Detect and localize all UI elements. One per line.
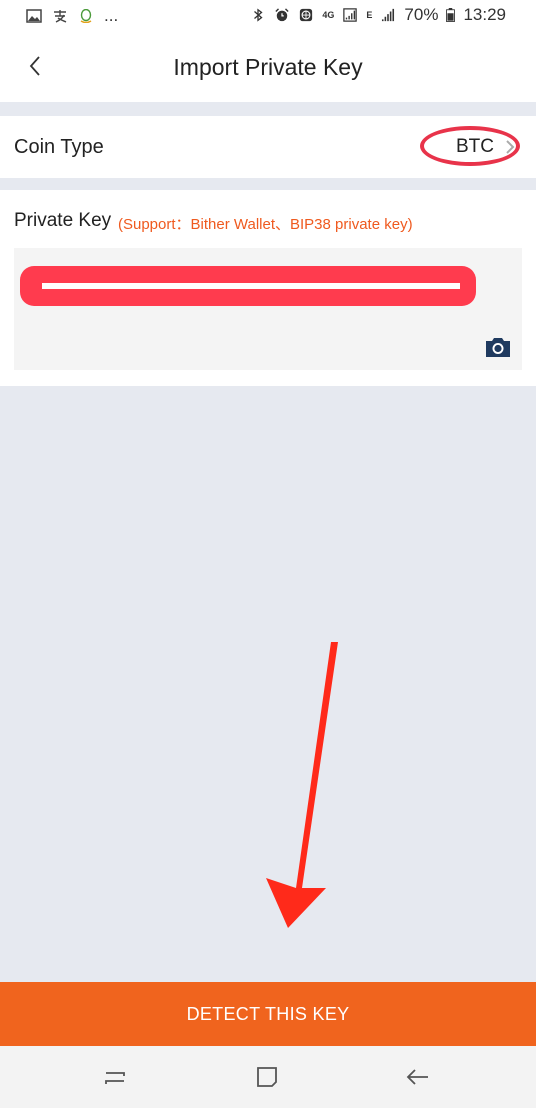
private-key-input[interactable]	[14, 248, 522, 370]
alipay-icon	[54, 10, 67, 23]
home-icon[interactable]	[254, 1064, 280, 1090]
page-title: Import Private Key	[173, 54, 363, 80]
network-e-label: E	[366, 10, 373, 20]
image-icon	[26, 9, 42, 23]
redaction-mark	[20, 266, 476, 306]
signal-bars-icon	[382, 8, 395, 22]
signal-icon	[343, 8, 358, 22]
status-bar: ... 4G E 70% 13:29	[0, 0, 536, 32]
globe-icon	[300, 8, 313, 22]
system-nav-bar	[0, 1046, 536, 1108]
redaction-line	[42, 283, 460, 289]
bluetooth-icon	[254, 8, 263, 22]
alarm-icon	[275, 8, 290, 22]
network-4g-label: 4G	[322, 10, 335, 20]
status-right: 4G E 70% 13:29	[250, 5, 506, 25]
status-left: ...	[26, 6, 118, 26]
camera-icon[interactable]	[484, 336, 512, 358]
private-key-label: Private Key	[14, 210, 112, 231]
detect-key-button[interactable]: DETECT THIS KEY	[0, 982, 536, 1046]
app-header: Import Private Key	[0, 32, 536, 102]
qq-icon	[80, 9, 92, 23]
status-time: 13:29	[463, 5, 506, 24]
private-key-support-note: (Support：Bither Wallet、BIP38 private key…	[118, 216, 413, 233]
back-nav-icon[interactable]	[404, 1064, 430, 1090]
coin-type-row[interactable]: Coin Type BTC	[0, 116, 536, 178]
coin-type-label: Coin Type	[14, 136, 104, 158]
recent-apps-icon[interactable]	[102, 1064, 128, 1090]
battery-icon	[446, 8, 456, 22]
status-ellipsis: ...	[104, 6, 119, 25]
private-key-section: Private Key (Support：Bither Wallet、BIP38…	[0, 190, 536, 386]
annotation-circle	[420, 126, 520, 166]
battery-percent: 70%	[404, 5, 439, 24]
